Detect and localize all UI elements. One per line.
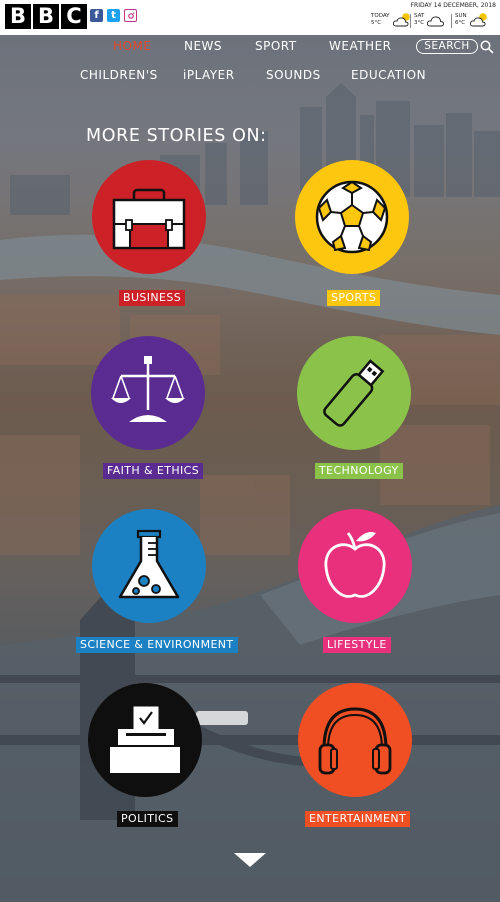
science-environment-label[interactable]: SCIENCE & ENVIRONMENT — [76, 637, 238, 653]
top-header: B B C f t FRIDAY 14 DECEMBER, 2018 TODAY… — [0, 0, 500, 35]
entertainment-tile[interactable] — [298, 683, 412, 797]
faith-ethics-label[interactable]: FAITH & ETHICS — [103, 463, 204, 479]
politics-tile[interactable] — [88, 683, 202, 797]
logo-letter: B — [33, 4, 59, 29]
headphones-icon — [318, 707, 392, 775]
cloud-icon — [427, 16, 445, 27]
main-navigation: HOME NEWS SPORT WEATHER SEARCH CHILDREN'… — [0, 35, 500, 93]
entertainment-label[interactable]: ENTERTAINMENT — [305, 811, 411, 827]
nav-news[interactable]: NEWS — [184, 39, 222, 53]
briefcase-icon — [112, 188, 186, 250]
forecast-sat: SAT 3°C — [414, 12, 446, 28]
logo-letter: B — [5, 4, 31, 29]
technology-label[interactable]: TECHNOLOGY — [315, 463, 403, 479]
city-skyline-illustration — [0, 83, 500, 902]
business-tile[interactable] — [92, 160, 206, 274]
cloud-sun-icon — [469, 13, 487, 27]
instagram-icon[interactable] — [124, 9, 137, 22]
nav-sounds[interactable]: SOUNDS — [266, 68, 321, 82]
forecast-divider — [451, 14, 452, 28]
flask-icon — [118, 529, 180, 599]
politics-label[interactable]: POLITICS — [117, 811, 178, 827]
cloud-sun-icon — [392, 13, 410, 27]
lifestyle-label[interactable]: LIFESTYLE — [323, 637, 391, 653]
forecast-temp: 6°C — [455, 20, 466, 26]
apple-icon — [324, 532, 386, 598]
logo-letter: C — [61, 4, 87, 29]
forecast-day: SUN — [455, 13, 467, 19]
search-input[interactable]: SEARCH — [416, 39, 478, 54]
usb-stick-icon — [323, 359, 385, 427]
sports-tile[interactable] — [295, 160, 409, 274]
business-label[interactable]: BUSINESS — [119, 290, 186, 306]
nav-sport[interactable]: SPORT — [255, 39, 297, 53]
social-links: f t — [90, 9, 137, 22]
faith-ethics-tile[interactable] — [91, 336, 205, 450]
bbc-logo[interactable]: B B C — [5, 4, 87, 29]
forecast-day: SAT — [414, 13, 425, 19]
city-background-image — [0, 35, 500, 902]
facebook-icon[interactable]: f — [90, 9, 103, 22]
football-icon — [315, 180, 389, 254]
section-heading: MORE STORIES ON: — [86, 126, 267, 146]
scales-icon — [111, 356, 185, 422]
forecast-temp: 3°C — [414, 20, 425, 26]
forecast-today: TODAY 5°C — [371, 12, 412, 28]
weather-date: FRIDAY 14 DECEMBER, 2018 — [410, 2, 496, 9]
nav-home[interactable]: HOME — [113, 39, 151, 53]
nav-iplayer[interactable]: iPLAYER — [183, 68, 235, 82]
nav-childrens[interactable]: CHILDREN'S — [80, 68, 158, 82]
lifestyle-tile[interactable] — [298, 509, 412, 623]
ballot-box-icon — [110, 706, 180, 773]
forecast-divider — [410, 14, 411, 28]
forecast-temp: 5°C — [371, 20, 382, 26]
search-icon[interactable] — [480, 40, 494, 54]
science-environment-tile[interactable] — [92, 509, 206, 623]
forecast-sun: SUN 6°C — [455, 12, 489, 28]
scroll-down-arrow-icon[interactable] — [234, 853, 266, 867]
nav-education[interactable]: EDUCATION — [351, 68, 426, 82]
sports-label[interactable]: SPORTS — [327, 290, 381, 306]
weather-widget[interactable]: FRIDAY 14 DECEMBER, 2018 TODAY 5°C SAT 3… — [371, 2, 496, 32]
forecast-day: TODAY — [371, 13, 390, 19]
technology-tile[interactable] — [297, 336, 411, 450]
twitter-icon[interactable]: t — [107, 9, 120, 22]
nav-weather[interactable]: WEATHER — [329, 39, 392, 53]
